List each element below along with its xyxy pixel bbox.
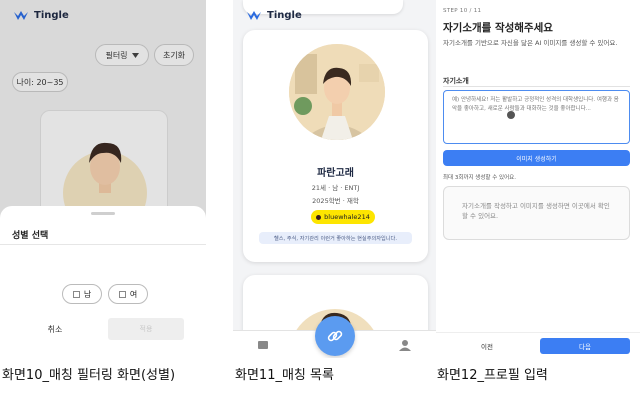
gender-option-male[interactable]: 남 — [62, 284, 102, 304]
match-school: 2025학번 · 재학 — [312, 197, 359, 205]
link-icon — [327, 330, 343, 342]
app-logo: Tingle — [247, 10, 302, 21]
checkbox-icon — [72, 290, 80, 298]
apply-button[interactable]: 적용 — [108, 318, 184, 340]
match-list-screen: Tingle 파란고래 21세 · 남 · ENTJ 2025학번 · 재학 b… — [233, 0, 436, 358]
next-button[interactable]: 다음 — [540, 338, 630, 354]
intro-field-label: 자기소개 — [443, 77, 469, 85]
caption-screen10: 화면10_매칭 필터링 화면(성별) — [2, 368, 176, 383]
gender-bottom-sheet: 성별 선택 남 여 취소 적용 — [0, 206, 206, 358]
caption-screen11: 화면11_매칭 목록 — [235, 368, 334, 383]
divider — [0, 244, 206, 245]
image-result-box: 자기소개를 작성하고 이미지를 생성하면 이곳에서 확인할 수 있어요. — [443, 186, 630, 240]
match-card[interactable]: 파란고래 21세 · 남 · ENTJ 2025학번 · 재학 bluewhal… — [243, 30, 428, 262]
gender-option-female[interactable]: 여 — [108, 284, 148, 304]
checkbox-icon — [118, 290, 126, 298]
chat-icon[interactable] — [257, 339, 269, 351]
intro-textarea[interactable] — [443, 90, 630, 144]
kakao-icon — [316, 214, 322, 220]
cancel-button[interactable]: 취소 — [32, 318, 78, 340]
touch-indicator — [507, 111, 515, 119]
storyboard: Tingle 필터링 초기화 나이: 20~35 성별 선택 남 여 취소 적용… — [0, 0, 640, 406]
match-meta: 21세 · 남 · ENTJ — [311, 184, 360, 192]
divider — [443, 86, 630, 87]
match-name: 파란고래 — [317, 168, 354, 179]
avatar — [289, 44, 385, 140]
male-label: 남 — [83, 289, 92, 299]
generate-image-button[interactable]: 이미지 생성하기 — [443, 150, 630, 166]
generate-limit-note: 최대 3회까지 생성할 수 있어요. — [443, 175, 516, 181]
kakao-id: bluewhale214 — [324, 213, 370, 221]
female-label: 여 — [129, 289, 138, 299]
match-fab-button[interactable] — [315, 316, 355, 356]
filter-screen: Tingle 필터링 초기화 나이: 20~35 성별 선택 남 여 취소 적용 — [0, 0, 206, 358]
page-title: 자기소개를 작성해주세요 — [443, 22, 553, 34]
prev-button[interactable]: 이전 — [460, 339, 514, 353]
sheet-title: 성별 선택 — [12, 231, 49, 241]
kakao-id-chip[interactable]: bluewhale214 — [311, 210, 375, 224]
sheet-handle[interactable] — [91, 212, 115, 215]
step-indicator: STEP 10 / 11 — [443, 8, 482, 14]
page-subtitle: 자기소개를 기반으로 자신을 닮은 AI 이미지를 생성할 수 있어요. — [443, 39, 618, 47]
app-name: Tingle — [267, 10, 302, 21]
bio-text: 헬스, 주식, 자기관리 이런거 좋아하는 현실주의자입니다. — [259, 232, 412, 244]
profile-input-screen: STEP 10 / 11 자기소개를 작성해주세요 자기소개를 기반으로 자신을… — [436, 0, 640, 358]
profile-icon[interactable] — [399, 339, 411, 351]
avatar-illustration — [289, 44, 385, 140]
crown-logo-icon — [247, 10, 261, 20]
caption-screen12: 화면12_프로필 입력 — [437, 368, 548, 383]
